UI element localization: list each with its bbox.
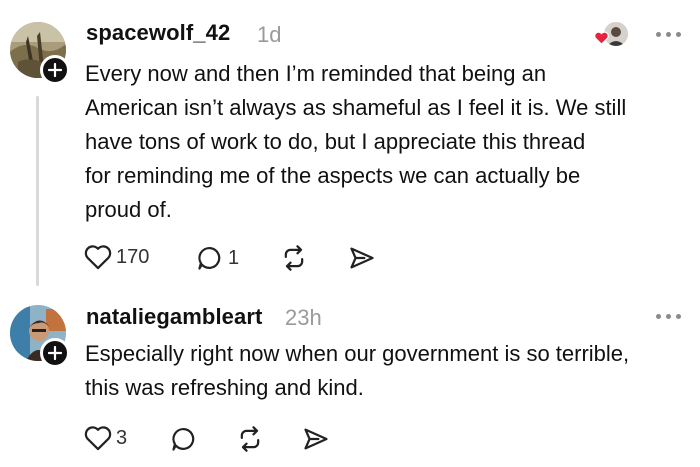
comment-icon <box>198 246 221 270</box>
post-text-line: Especially right now when our government… <box>85 341 630 366</box>
repost-button[interactable] <box>236 425 264 453</box>
share-button[interactable] <box>302 426 330 452</box>
dot <box>676 314 681 319</box>
more-options-button[interactable] <box>656 32 681 37</box>
follow-plus-icon[interactable] <box>40 55 70 85</box>
repost-button[interactable] <box>280 244 308 272</box>
share-button[interactable] <box>348 245 376 271</box>
username[interactable]: nataliegambleart <box>86 304 262 330</box>
comment-button[interactable]: 1 <box>196 244 239 272</box>
share-icon <box>350 247 374 269</box>
share-icon <box>304 428 328 450</box>
repost-icon <box>284 245 304 271</box>
post-text-line: Every now and then I’m reminded that bei… <box>85 61 547 86</box>
post-text-line: this was refreshing and kind. <box>85 375 364 400</box>
like-count: 170 <box>116 245 150 268</box>
follow-plus-icon[interactable] <box>40 338 70 368</box>
dot <box>676 32 681 37</box>
like-button[interactable]: 3 <box>84 425 127 451</box>
post-text-line: proud of. <box>85 197 172 222</box>
post-text-line: have tons of work to do, but I appreciat… <box>85 129 586 154</box>
dot <box>666 314 671 319</box>
repost-icon <box>240 426 260 452</box>
timestamp: 1d <box>257 22 282 47</box>
dot <box>656 32 661 37</box>
comment-icon <box>172 427 195 451</box>
post-body: Especially right now when our government… <box>85 337 629 405</box>
like-count: 3 <box>116 426 128 449</box>
post-text-line: for reminding me of the aspects we can a… <box>85 163 581 188</box>
dot <box>656 314 661 319</box>
post-text-line: American isn’t always as shameful as I f… <box>85 95 627 120</box>
thread-line <box>36 96 39 286</box>
liked-by-author-badge <box>594 22 628 48</box>
dot <box>666 32 671 37</box>
timestamp: 23h <box>285 305 322 330</box>
comment-button[interactable] <box>170 425 198 453</box>
username[interactable]: spacewolf_42 <box>86 20 230 46</box>
heart-liked-icon <box>594 31 609 45</box>
more-options-button[interactable] <box>656 314 681 319</box>
post-body: Every now and then I’m reminded that bei… <box>85 57 626 227</box>
heart-icon <box>84 245 112 270</box>
reply-count: 1 <box>228 246 240 269</box>
like-button[interactable]: 170 <box>84 244 149 270</box>
heart-icon <box>84 426 112 451</box>
